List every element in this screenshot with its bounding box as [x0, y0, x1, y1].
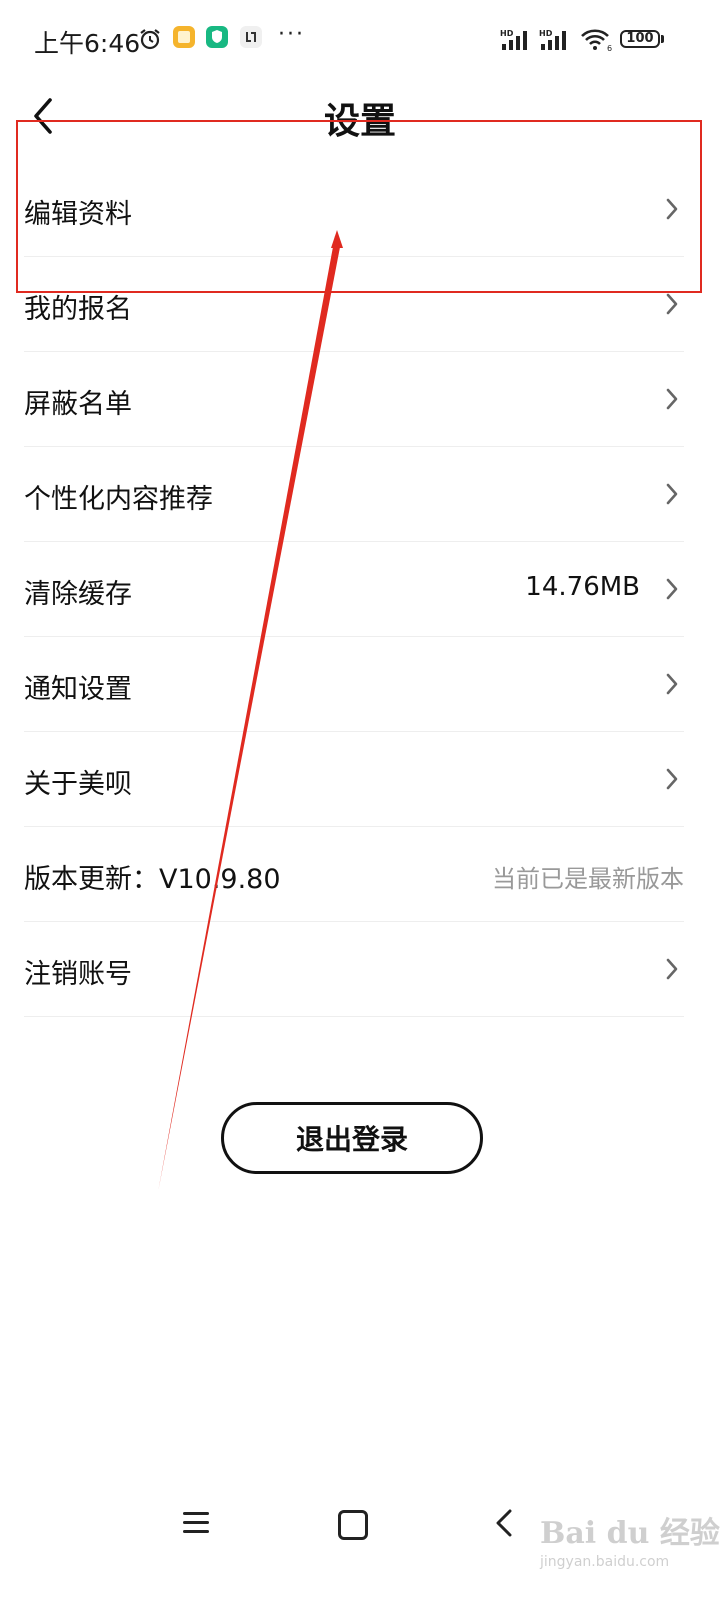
settings-item-label: 版本更新：V10.9.80 — [24, 864, 281, 895]
chevron-right-icon — [666, 958, 678, 980]
settings-item-label: 个性化内容推荐 — [24, 484, 213, 515]
nav-menu-icon[interactable] — [183, 1508, 211, 1538]
nav-back-icon[interactable] — [494, 1508, 514, 1538]
page-title: 设置 — [323, 101, 396, 142]
settings-item-clear-cache[interactable]: 清除缓存 14.76MB — [24, 542, 684, 637]
settings-item-label: 关于美呗 — [24, 769, 132, 800]
cache-size-value: 14.76MB — [525, 572, 640, 602]
settings-item-about[interactable]: 关于美呗 — [24, 732, 684, 827]
battery-icon: 100 — [620, 30, 660, 48]
settings-item-label: 清除缓存 — [24, 579, 132, 610]
more-dots-icon: ··· — [278, 22, 305, 47]
chevron-right-icon — [666, 768, 678, 790]
settings-item-label: 我的报名 — [24, 294, 132, 325]
baidu-watermark: Bai du 经验 jingyan.baidu.com — [540, 1492, 720, 1600]
settings-item-my-registrations[interactable]: 我的报名 — [24, 257, 684, 352]
settings-item-label: 通知设置 — [24, 674, 132, 705]
security-app-icon — [206, 26, 228, 48]
settings-item-notifications[interactable]: 通知设置 — [24, 637, 684, 732]
battery-tip — [661, 35, 664, 43]
settings-item-personalized-recommend[interactable]: 个性化内容推荐 — [24, 447, 684, 542]
hd-signal-icon: HD — [539, 29, 566, 50]
chevron-right-icon — [666, 388, 678, 410]
settings-list: 编辑资料 我的报名 屏蔽名单 个性化内容推荐 清除缓存 14.76MB 通知设置… — [24, 162, 684, 1017]
settings-item-label: 注销账号 — [24, 959, 132, 990]
chevron-right-icon — [666, 293, 678, 315]
settings-item-label: 屏蔽名单 — [24, 389, 132, 420]
watermark-sub: jingyan.baidu.com — [540, 1554, 670, 1570]
alarm-icon — [140, 29, 160, 50]
svg-text:HD: HD — [500, 29, 514, 38]
wifi-icon: 6 — [581, 29, 612, 52]
chevron-right-icon — [666, 198, 678, 220]
svg-text:6: 6 — [607, 44, 612, 52]
status-bar: 上午6:46 ··· HD HD 6 100 — [0, 0, 720, 80]
logout-button[interactable]: 退出登录 — [221, 1102, 483, 1174]
chevron-right-icon — [666, 673, 678, 695]
version-status-note: 当前已是最新版本 — [492, 865, 684, 893]
settings-item-delete-account[interactable]: 注销账号 — [24, 922, 684, 1017]
nav-home-icon[interactable] — [338, 1510, 368, 1540]
hd-signal-icon: HD — [500, 29, 527, 50]
status-time: 上午6:46 — [34, 29, 141, 58]
settings-item-label: 编辑资料 — [24, 199, 132, 230]
svg-text:HD: HD — [539, 29, 553, 38]
chevron-right-icon — [666, 578, 678, 600]
notes-app-icon — [173, 26, 195, 48]
chevron-right-icon — [666, 483, 678, 505]
settings-item-edit-profile[interactable]: 编辑资料 — [24, 162, 684, 257]
sync-app-icon — [240, 26, 262, 48]
settings-item-version-update[interactable]: 版本更新：V10.9.80 当前已是最新版本 — [24, 827, 684, 922]
watermark-main: Bai du 经验 — [540, 1516, 720, 1551]
settings-item-block-list[interactable]: 屏蔽名单 — [24, 352, 684, 447]
